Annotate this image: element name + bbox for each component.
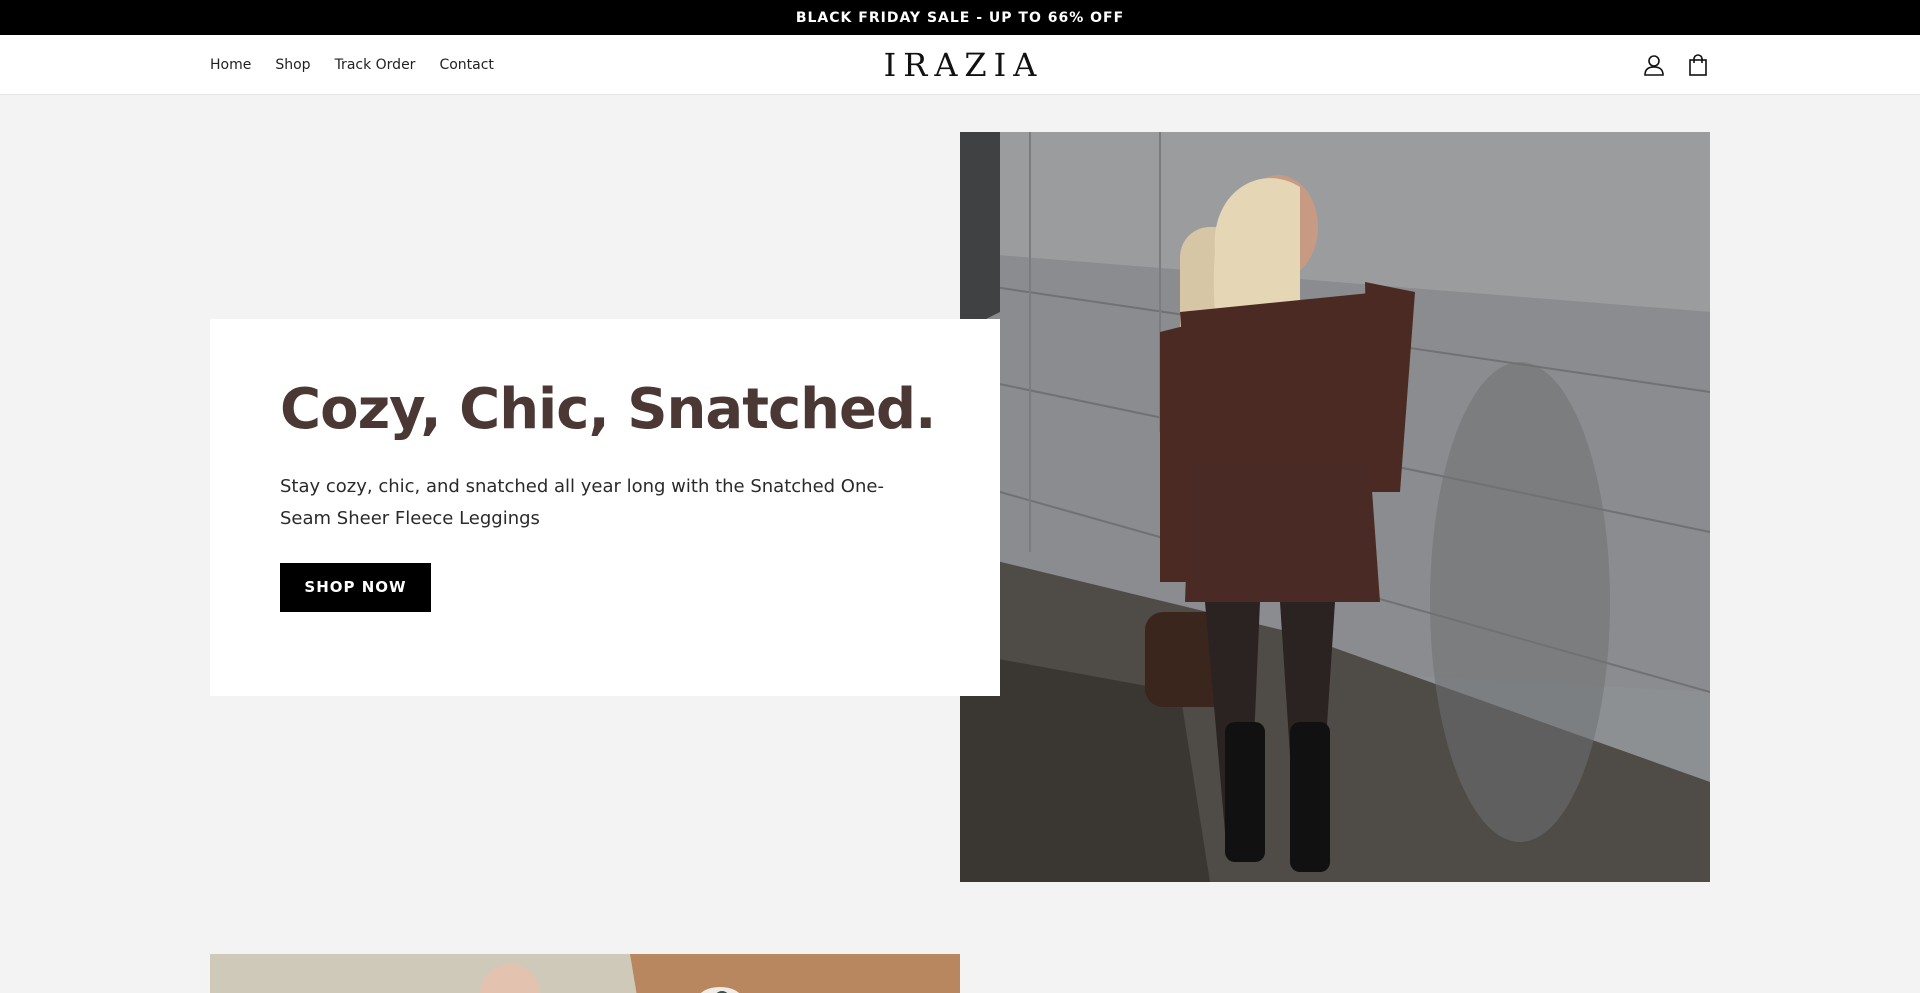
nav-track-order[interactable]: Track Order bbox=[335, 57, 416, 73]
hero-card: Cozy, Chic, Snatched. Stay cozy, chic, a… bbox=[210, 319, 1000, 696]
header-icons bbox=[1642, 35, 1710, 95]
nav-contact[interactable]: Contact bbox=[439, 57, 493, 73]
announcement-text: BLACK FRIDAY SALE - UP TO 66% OFF bbox=[795, 9, 1125, 26]
shop-now-button[interactable]: SHOP NOW bbox=[280, 562, 431, 612]
announcement-bar: BLACK FRIDAY SALE - UP TO 66% OFF bbox=[0, 0, 1920, 35]
nav-shop[interactable]: Shop bbox=[275, 57, 310, 73]
account-icon[interactable] bbox=[1642, 53, 1666, 77]
main-nav: Home Shop Track Order Contact bbox=[210, 35, 518, 95]
site-header: Home Shop Track Order Contact IRAZIA bbox=[0, 35, 1920, 95]
site-logo[interactable]: IRAZIA bbox=[877, 46, 1044, 84]
cart-icon[interactable] bbox=[1686, 53, 1710, 77]
nav-home[interactable]: Home bbox=[210, 57, 251, 73]
hero-title: Cozy, Chic, Snatched. bbox=[280, 377, 936, 442]
hero-image bbox=[960, 132, 1710, 882]
second-banner-image bbox=[210, 954, 960, 993]
hero-description: Stay cozy, chic, and snatched all year l… bbox=[280, 475, 884, 529]
